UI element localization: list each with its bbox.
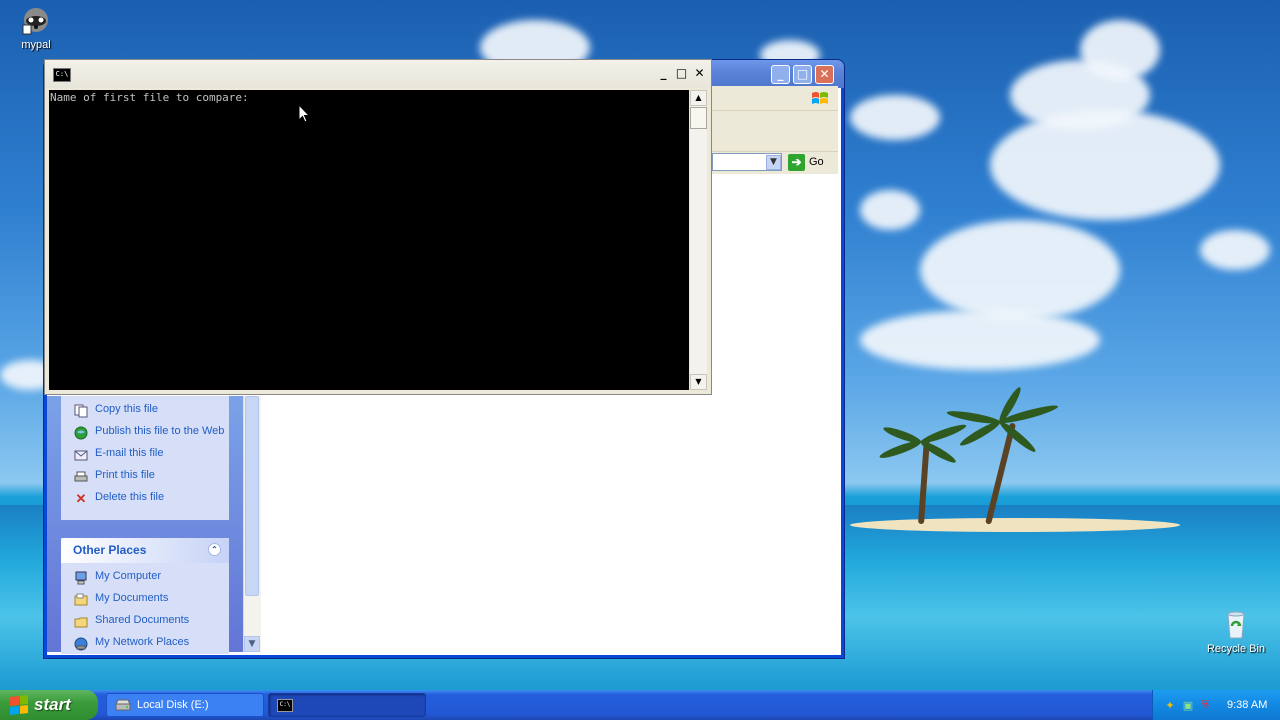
task-label: Print this file — [95, 469, 155, 481]
place-my-computer[interactable]: My Computer — [61, 567, 229, 589]
cmd-scrollbar[interactable]: ▲ ▼ — [690, 90, 707, 390]
printer-icon — [73, 469, 89, 485]
maximize-button[interactable]: □ — [674, 66, 689, 81]
toolbar — [712, 111, 838, 152]
go-button[interactable]: ➔ Go — [788, 153, 824, 171]
other-places-box: Other Places ⌃ My Computer My Documents — [61, 538, 229, 654]
collapse-icon[interactable]: ⌃ — [208, 543, 221, 556]
cmd-icon[interactable]: C:\ — [53, 68, 71, 82]
close-button[interactable]: ✕ — [815, 65, 834, 84]
recycle-bin-icon — [1227, 611, 1245, 639]
task-pane: Copy this file Publish this file to the … — [47, 396, 243, 654]
maximize-button[interactable]: □ — [793, 65, 812, 84]
taskbar-button-label: Local Disk (E:) — [137, 699, 209, 711]
place-my-documents[interactable]: My Documents — [61, 589, 229, 611]
my-documents-icon — [73, 592, 89, 608]
scroll-up-icon[interactable]: ▲ — [690, 90, 707, 106]
place-label: My Computer — [95, 570, 162, 582]
cmd-title-bar[interactable]: C:\ _ □ ✕ — [45, 60, 711, 88]
task-label: Publish this file to the Web — [95, 425, 225, 437]
other-places-title: Other Places — [73, 543, 147, 557]
task-email-file[interactable]: E-mail this file — [61, 444, 229, 466]
scrollbar-thumb[interactable] — [690, 107, 707, 129]
minimize-button[interactable]: _ — [656, 66, 671, 81]
task-label: Copy this file — [95, 403, 158, 415]
shared-folder-icon — [73, 614, 89, 630]
mypal-raccoon-icon — [22, 8, 48, 35]
taskbar-button-cmd[interactable]: C:\ — [268, 693, 426, 717]
task-publish-web[interactable]: Publish this file to the Web — [61, 422, 229, 444]
tray-security-shield-icon[interactable]: ⛨ — [1199, 698, 1213, 712]
place-label: Shared Documents — [95, 614, 190, 626]
go-arrow-icon: ➔ — [788, 153, 805, 171]
place-label: My Network Places — [95, 636, 190, 648]
task-copy-file[interactable]: Copy this file — [61, 400, 229, 422]
explorer-scrollbar[interactable]: ▼ — [243, 396, 261, 652]
console-output[interactable]: Name of first file to compare: — [49, 90, 689, 390]
task-label: E-mail this file — [95, 447, 164, 459]
close-button[interactable]: ✕ — [692, 66, 707, 81]
my-computer-icon — [73, 570, 89, 586]
task-delete-file[interactable]: ✕ Delete this file — [61, 488, 229, 510]
start-button[interactable]: start — [0, 690, 98, 720]
network-places-icon — [73, 636, 89, 652]
scrollbar-thumb[interactable] — [245, 396, 259, 596]
island-sand — [850, 518, 1180, 532]
tray-tools-icon[interactable]: ✦ — [1163, 698, 1177, 712]
taskbar: start Local Disk (E:) C:\ ✦ ▣ ⛨ 9:38 AM — [0, 690, 1280, 720]
email-icon — [73, 447, 89, 463]
place-network-places[interactable]: My Network Places — [61, 633, 229, 655]
copy-icon — [73, 403, 89, 419]
desktop-icon-recycle-bin[interactable]: Recycle Bin — [1206, 608, 1266, 655]
windows-flag-icon — [10, 695, 28, 715]
address-bar: ▼ ➔ Go — [712, 152, 838, 174]
command-prompt-window: C:\ _ □ ✕ Name of first file to compare:… — [44, 59, 712, 395]
tray-network-icon[interactable]: ▣ — [1181, 698, 1195, 712]
desktop-icon-label: mypal — [21, 39, 51, 51]
other-places-header[interactable]: Other Places ⌃ — [61, 538, 229, 563]
scroll-down-icon[interactable]: ▼ — [244, 636, 260, 652]
taskbar-button-local-disk[interactable]: Local Disk (E:) — [106, 693, 264, 717]
delete-x-icon: ✕ — [75, 491, 87, 506]
clock[interactable]: 9:38 AM — [1227, 699, 1267, 711]
globe-icon — [73, 425, 89, 441]
place-shared-documents[interactable]: Shared Documents — [61, 611, 229, 633]
windows-logo-icon — [812, 92, 828, 104]
system-tray: ✦ ▣ ⛨ 9:38 AM — [1152, 690, 1280, 720]
start-label: start — [34, 695, 71, 714]
go-label: Go — [809, 156, 824, 168]
scroll-down-icon[interactable]: ▼ — [690, 374, 707, 390]
file-tasks-box: Copy this file Publish this file to the … — [61, 396, 229, 520]
cmd-icon: C:\ — [277, 698, 293, 712]
place-label: My Documents — [95, 592, 169, 604]
minimize-button[interactable]: _ — [771, 65, 790, 84]
chevron-down-icon[interactable]: ▼ — [766, 155, 781, 170]
drive-icon — [115, 699, 131, 711]
task-label: Delete this file — [95, 491, 165, 503]
desktop-icon-label: Recycle Bin — [1206, 643, 1266, 655]
desktop-icon-mypal[interactable]: mypal — [6, 4, 66, 51]
mouse-pointer-icon — [298, 104, 310, 123]
task-print-file[interactable]: Print this file — [61, 466, 229, 488]
